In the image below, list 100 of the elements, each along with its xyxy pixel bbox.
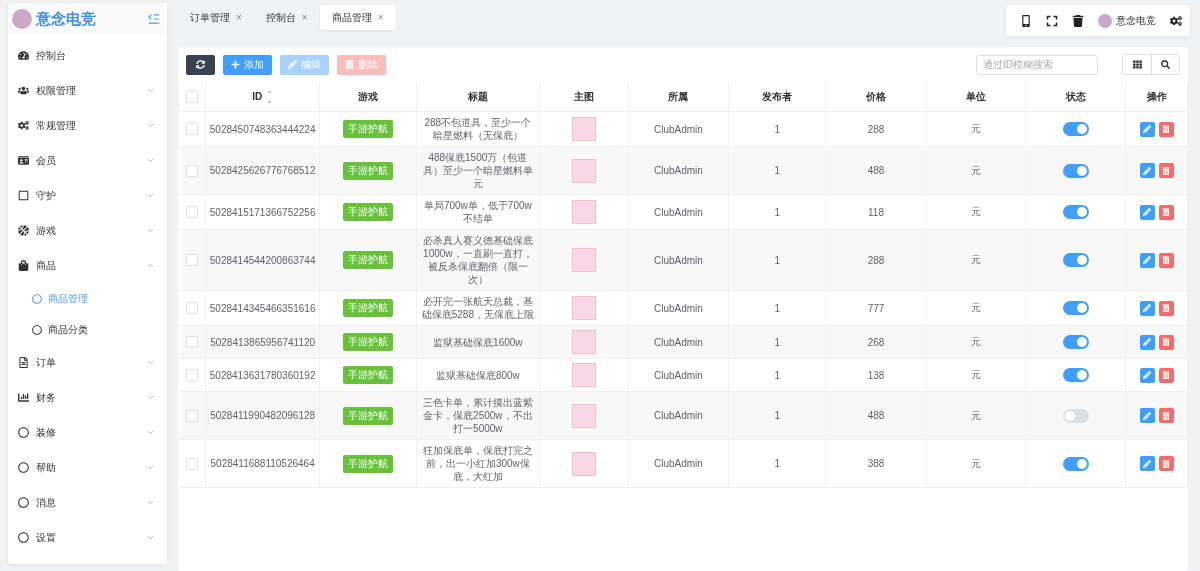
sidebar-label: 商品 (36, 258, 57, 273)
sidebar-item[interactable]: 消息 (8, 485, 167, 520)
table-cell-text: 监狱基础保底800w (434, 368, 521, 382)
submenu-item[interactable]: 商品分类 (8, 314, 167, 345)
game-tag: 手游护航 (342, 454, 393, 473)
column-header: 单位 (926, 82, 1026, 112)
table-cell: ClubAdmin (628, 229, 729, 291)
table-cell: 5028415171366752256 (205, 194, 320, 230)
sidebar-label: 控制台 (36, 48, 67, 63)
table-cell: 元 (926, 439, 1026, 488)
table-cell-text: 三色卡单，累计摸出蓝紫金卡，保底2500w，不出打一5000w (421, 396, 534, 435)
sidebar-label: 消息 (36, 495, 57, 510)
sidebar-label: 订单 (36, 355, 57, 370)
game-tag: 手游护航 (342, 333, 393, 351)
column-header[interactable]: ID (205, 82, 320, 112)
sidebar-label: 财务 (36, 390, 57, 405)
page-tab[interactable]: 控制台 × (253, 5, 320, 30)
game-tag: 手游护航 (342, 120, 393, 138)
table-cell: 5028414544200863744 (205, 229, 320, 291)
game-tag: 手游护航 (342, 366, 393, 384)
table-cell: 1 (728, 146, 826, 195)
sidebar-item[interactable]: 权限管理 (8, 73, 167, 108)
game-tag: 手游护航 (342, 299, 393, 317)
sidebar-item[interactable]: 守护 (8, 178, 167, 213)
sidebar-label: 设置 (36, 530, 57, 545)
table-cell: 138 (825, 358, 927, 392)
table-cell-text: 单局700w单，低于700w不结单 (422, 199, 533, 225)
table-cell-text: 监狱基础保底1600w (432, 335, 524, 349)
table-cell: ClubAdmin (628, 146, 729, 195)
table-cell: ClubAdmin (628, 290, 729, 326)
table-cell: ClubAdmin (628, 439, 729, 488)
sidebar-label: 帮助 (36, 460, 57, 475)
sidebar-item[interactable]: 商品 (8, 248, 167, 283)
table-cell: 元 (926, 290, 1026, 326)
table-cell: ClubAdmin (628, 358, 729, 392)
sidebar-item[interactable]: 装修 (8, 415, 167, 450)
table-cell: 元 (926, 146, 1026, 195)
table-cell: 元 (926, 325, 1026, 359)
column-header: 标题 (416, 82, 540, 112)
column-header: 发布者 (728, 82, 826, 112)
table-cell: ClubAdmin (628, 391, 729, 440)
game-tag: 手游护航 (342, 406, 393, 425)
sidebar-label: 游戏 (36, 223, 57, 238)
sidebar-item[interactable]: 订单 (8, 345, 167, 380)
table-cell: 5028411688110526464 (205, 439, 320, 488)
sidebar-label: 权限管理 (36, 83, 77, 98)
table-cell: 488 (825, 391, 927, 440)
user-name[interactable]: 意念电竞 (1116, 13, 1156, 28)
table-cell-text: 狂加保底单，保底打完之前，出一小红加300w保底，大红加 (421, 444, 534, 483)
table-cell: 1 (728, 325, 826, 359)
table-cell: 元 (926, 229, 1026, 291)
table-cell: 118 (825, 194, 927, 230)
table-cell: 1 (728, 229, 826, 291)
game-tag: 手游护航 (342, 251, 393, 269)
table-cell-text: 必杀真人赛义德基础保底1000w，一直刷一直打，被反杀保底翻倍（限一次） (421, 234, 534, 286)
table-cell: 元 (926, 194, 1026, 230)
table-cell: ClubAdmin (628, 325, 729, 359)
table-cell: 5028414345466351616 (205, 290, 320, 326)
column-header: 价格 (825, 82, 927, 112)
game-tag: 手游护航 (342, 161, 393, 180)
column-header: 所属 (628, 82, 729, 112)
sidebar-item[interactable]: 游戏 (8, 213, 167, 248)
table-cell-text: 288不包道具，至少一个暗星燃料（无保底） (423, 116, 533, 142)
column-header: 操作 (1125, 82, 1188, 112)
table-cell: 288 (825, 229, 927, 291)
sidebar-item[interactable]: 常规管理 (8, 108, 167, 143)
table-cell: 元 (926, 358, 1026, 392)
table-cell: 5028425626776768512 (205, 146, 320, 195)
sidebar-label: 守护 (36, 188, 57, 203)
table-cell-text: 必开完一张航天总裁，基础保底5288，无保底上限 (420, 295, 535, 321)
table-cell: 5028450748363444224 (205, 111, 320, 147)
sidebar-item[interactable]: 帮助 (8, 450, 167, 485)
sidebar-item[interactable]: 设置 (8, 520, 167, 555)
column-header: 游戏 (319, 82, 417, 112)
table-cell: 元 (926, 391, 1026, 440)
table-cell: 1 (728, 111, 826, 147)
table-cell-text: 488保底1500万（包道具）至少一个暗星燃料单元 (421, 151, 534, 190)
sidebar-item[interactable]: 会员 (8, 143, 167, 178)
table-cell: ClubAdmin (628, 111, 729, 147)
game-tag: 手游护航 (342, 203, 393, 221)
table-cell: 488 (825, 146, 927, 195)
sidebar-item[interactable]: 财务 (8, 380, 167, 415)
table-cell: 388 (825, 439, 927, 488)
search-field[interactable]: 通过ID模糊搜索 (976, 54, 1098, 75)
table-cell: 1 (728, 358, 826, 392)
page-tab[interactable]: 订单管理 × (178, 5, 254, 30)
table-cell: 777 (825, 290, 927, 326)
column-header: 状态 (1025, 82, 1126, 112)
sidebar-item[interactable]: 控制台 (8, 38, 167, 73)
column-header: 主图 (539, 82, 629, 112)
table-cell: ClubAdmin (628, 194, 729, 230)
table-cell: 元 (926, 111, 1026, 147)
table-cell: 288 (825, 111, 927, 147)
page-tab[interactable]: 商品管理 × (319, 5, 396, 30)
table-cell: 1 (728, 439, 826, 488)
close-icon[interactable]: × (377, 12, 384, 23)
brand-name: 意念电竞 (36, 9, 97, 29)
sidebar-label: 会员 (36, 153, 57, 168)
table-cell: 5028413865956741120 (205, 325, 320, 359)
sidebar-label: 常规管理 (36, 118, 77, 133)
